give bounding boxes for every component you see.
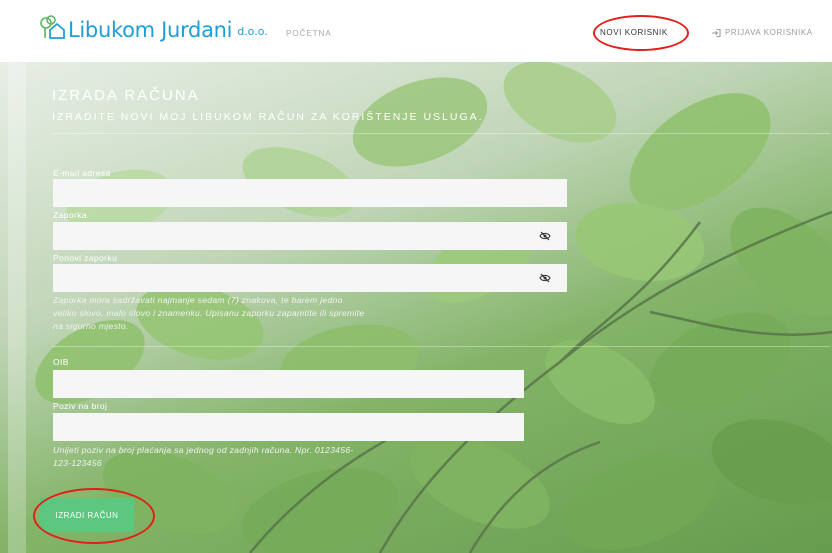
email-label: E-mail adresa: [53, 168, 111, 178]
repeat-password-field[interactable]: [53, 264, 567, 292]
password-hint-line: Zaporka mora sadržavati najmanje sedam (…: [53, 295, 343, 305]
oib-field[interactable]: [53, 370, 524, 398]
password-hint-line: veliko slovo, malo slovo i znamenku. Upi…: [53, 308, 365, 318]
oib-label: OIB: [53, 357, 69, 367]
nav-login-label: PRIJAVA KORISNIKA: [725, 28, 813, 37]
reference-hint-line: 123-123456: [53, 458, 102, 468]
password-label: Zaporka: [53, 210, 87, 220]
reference-label: Poziv na broj: [53, 401, 108, 411]
password-hint-line: na sigurno mjesto.: [53, 321, 129, 331]
brand-name: Libukom Jurdani: [68, 18, 233, 42]
reference-field[interactable]: [53, 413, 524, 441]
password-field[interactable]: [53, 222, 567, 250]
title-divider: [52, 133, 830, 134]
highlight-circle-nav: [593, 15, 689, 51]
brand-suffix: d.o.o.: [237, 25, 268, 38]
nav-login-link[interactable]: PRIJAVA KORISNIKA: [712, 28, 813, 37]
site-header: Libukom Jurdani d.o.o. POČETNA NOVI KORI…: [0, 0, 832, 62]
page-title: IZRADA RAČUNA: [52, 87, 200, 104]
hero-left-edge: [8, 62, 26, 553]
tree-house-icon: [40, 15, 65, 39]
highlight-circle-button: [33, 488, 155, 544]
password-hint: Zaporka mora sadržavati najmanje sedam (…: [53, 294, 364, 333]
nav-home-link[interactable]: POČETNA: [286, 29, 332, 38]
sign-in-icon: [712, 28, 721, 37]
repeat-password-label: Ponovi zaporku: [53, 253, 118, 263]
reference-hint: Unijeti poziv na broj plaćanja sa jednog…: [53, 444, 354, 470]
page-subtitle: IZRADITE NOVI MOJ LIBUKOM RAČUN ZA KORIŠ…: [52, 111, 484, 123]
eye-slash-icon[interactable]: [539, 273, 551, 283]
section-divider: [52, 346, 830, 347]
eye-slash-icon[interactable]: [539, 231, 551, 241]
email-field[interactable]: [53, 179, 567, 207]
brand-logo[interactable]: Libukom Jurdani d.o.o.: [38, 12, 268, 42]
reference-hint-line: Unijeti poziv na broj plaćanja sa jednog…: [53, 445, 354, 455]
